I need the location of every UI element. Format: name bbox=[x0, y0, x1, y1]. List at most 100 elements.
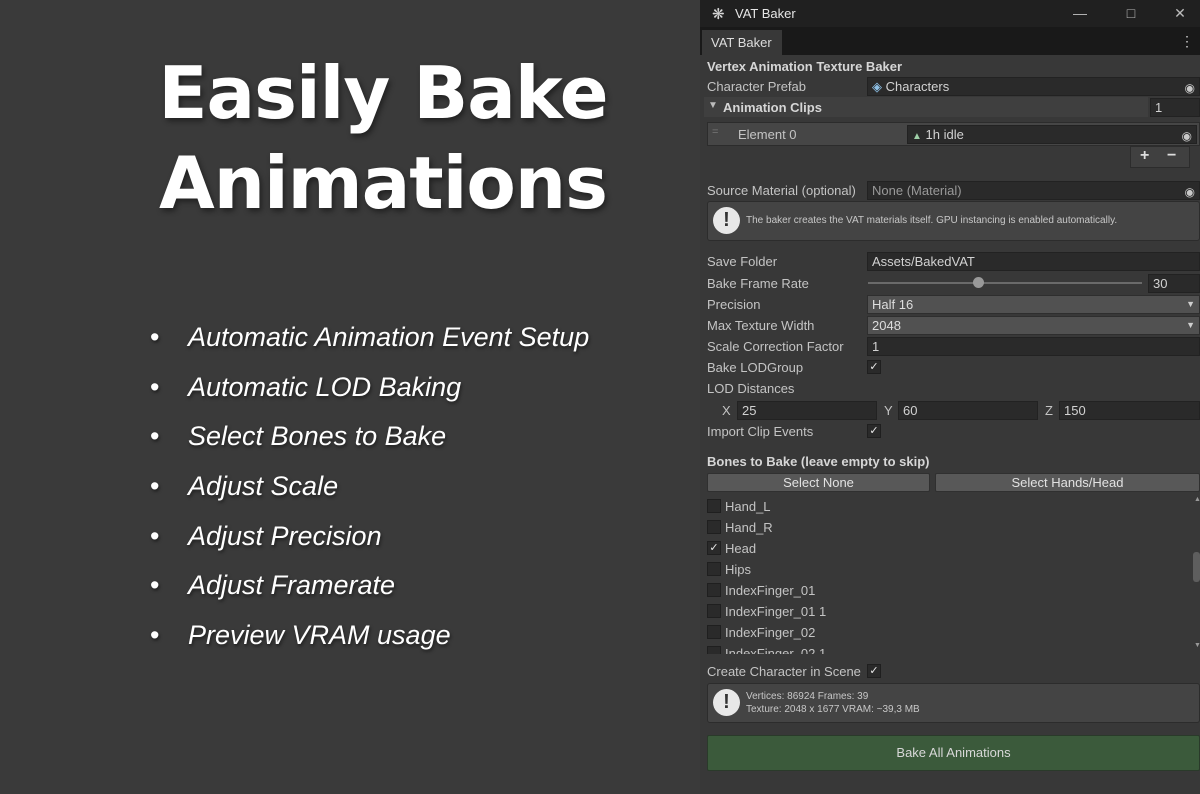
character-prefab-value: Characters bbox=[885, 79, 950, 94]
element-0-value: 1h idle bbox=[925, 127, 964, 142]
frame-rate-label: Bake Frame Rate bbox=[707, 276, 809, 291]
help-message: The baker creates the VAT materials itse… bbox=[746, 215, 1118, 226]
section-title: Vertex Animation Texture Baker bbox=[707, 59, 903, 74]
info-helpbox: ! The baker creates the VAT materials it… bbox=[707, 201, 1200, 241]
bone-checkbox-index-finger-02-1[interactable] bbox=[707, 646, 721, 654]
warning-icon: ! bbox=[713, 207, 740, 234]
create-in-scene-checkbox[interactable]: ✓ bbox=[867, 664, 881, 678]
save-folder-input[interactable]: Assets/BakedVAT bbox=[867, 252, 1200, 271]
character-prefab-label: Character Prefab bbox=[707, 79, 806, 94]
headline: Easily Bake Animations bbox=[0, 48, 766, 228]
object-picker-icon[interactable]: ◉ bbox=[1185, 183, 1195, 199]
lod-z-input[interactable]: 150 bbox=[1059, 401, 1200, 420]
bone-checkbox-index-finger-02[interactable] bbox=[707, 625, 721, 639]
bone-label-index-finger-02: IndexFinger_02 bbox=[725, 625, 816, 640]
bone-label-hand-l: Hand_L bbox=[725, 499, 771, 514]
bones-list: Hand_L Hand_R ✓ Head Hips IndexFinger_01… bbox=[700, 494, 1193, 654]
bone-checkbox-hips[interactable] bbox=[707, 562, 721, 576]
unity-logo-icon: ❋ bbox=[712, 6, 725, 23]
element-0-field[interactable]: ▲ 1h idle ◉ bbox=[907, 125, 1197, 144]
create-in-scene-label: Create Character in Scene bbox=[707, 664, 861, 679]
animation-clips-label: Animation Clips bbox=[723, 100, 822, 115]
animation-clips-count[interactable]: 1 bbox=[1150, 98, 1200, 117]
stats-line-2: Texture: 2048 x 1677 VRAM: ~39,3 MB bbox=[746, 704, 920, 715]
bake-lodgroup-label: Bake LODGroup bbox=[707, 360, 804, 375]
feature-item: Automatic LOD Baking bbox=[150, 372, 589, 422]
prefab-icon: ◈ bbox=[872, 79, 882, 94]
frame-rate-slider-track[interactable] bbox=[868, 282, 1142, 284]
max-texture-width-dropdown[interactable]: 2048 ▼ bbox=[867, 316, 1200, 335]
feature-item: Automatic Animation Event Setup bbox=[150, 322, 589, 372]
kebab-menu-icon[interactable]: ⋮ bbox=[1180, 33, 1194, 50]
lod-y-input[interactable]: 60 bbox=[898, 401, 1038, 420]
promo-panel: Easily Bake Animations Automatic Animati… bbox=[0, 0, 700, 794]
foldout-arrow-icon[interactable]: ▼ bbox=[708, 100, 718, 111]
frame-rate-input[interactable]: 30 bbox=[1148, 274, 1200, 293]
bone-checkbox-hand-l[interactable] bbox=[707, 499, 721, 513]
character-prefab-field[interactable]: ◈ Characters ◉ bbox=[867, 77, 1200, 96]
select-hands-head-button[interactable]: Select Hands/Head bbox=[935, 473, 1200, 492]
add-element-button[interactable]: + bbox=[1140, 147, 1149, 165]
save-folder-label: Save Folder bbox=[707, 254, 778, 269]
source-material-label: Source Material (optional) bbox=[707, 183, 856, 198]
max-texture-width-label: Max Texture Width bbox=[707, 318, 815, 333]
minimize-icon[interactable]: — bbox=[1060, 2, 1100, 24]
import-clip-events-checkbox[interactable]: ✓ bbox=[867, 424, 881, 438]
tab-vat-baker[interactable]: VAT Baker bbox=[702, 30, 782, 55]
drag-handle-icon[interactable]: = bbox=[712, 126, 718, 138]
bone-label-index-finger-02-1: IndexFinger_02 1 bbox=[725, 646, 827, 654]
feature-item: Preview VRAM usage bbox=[150, 620, 589, 670]
stats-helpbox: ! Vertices: 86924 Frames: 39 Texture: 20… bbox=[707, 683, 1200, 723]
bake-lodgroup-checkbox[interactable]: ✓ bbox=[867, 360, 881, 374]
scale-correction-label: Scale Correction Factor bbox=[707, 339, 844, 354]
dropdown-arrow-icon: ▼ bbox=[1186, 320, 1195, 330]
scroll-up-icon[interactable]: ▲ bbox=[1194, 496, 1200, 503]
feature-list: Automatic Animation Event Setup Automati… bbox=[150, 322, 589, 670]
window-title: VAT Baker bbox=[735, 6, 796, 21]
bone-label-hand-r: Hand_R bbox=[725, 520, 773, 535]
lod-y-label: Y bbox=[884, 403, 893, 418]
bone-label-hips: Hips bbox=[725, 562, 752, 577]
scrollbar-thumb[interactable] bbox=[1193, 552, 1200, 582]
info-icon: ! bbox=[713, 689, 740, 716]
lod-x-label: X bbox=[722, 403, 731, 418]
animation-clip-icon: ▲ bbox=[912, 131, 922, 142]
lod-x-input[interactable]: 25 bbox=[737, 401, 877, 420]
scroll-down-icon[interactable]: ▼ bbox=[1194, 642, 1200, 649]
maximize-icon[interactable]: □ bbox=[1111, 2, 1151, 24]
element-0-label: Element 0 bbox=[738, 127, 797, 142]
remove-element-button[interactable]: − bbox=[1167, 147, 1176, 165]
lod-z-label: Z bbox=[1045, 403, 1053, 418]
feature-item: Adjust Framerate bbox=[150, 570, 589, 620]
headline-line-1: Easily Bake bbox=[158, 51, 608, 135]
bone-label-head: Head bbox=[725, 541, 757, 556]
tab-bar: VAT Baker ⋮ bbox=[700, 27, 1200, 55]
bones-scrollbar[interactable]: ▲ ▼ bbox=[1193, 494, 1200, 654]
bone-checkbox-head[interactable]: ✓ bbox=[707, 541, 721, 555]
close-icon[interactable]: ✕ bbox=[1160, 2, 1200, 24]
bake-all-animations-button[interactable]: Bake All Animations bbox=[707, 735, 1200, 771]
object-picker-icon[interactable]: ◉ bbox=[1182, 127, 1192, 143]
max-texture-width-value: 2048 bbox=[872, 318, 901, 333]
source-material-value: None (Material) bbox=[872, 183, 962, 198]
source-material-field[interactable]: None (Material) ◉ bbox=[867, 181, 1200, 200]
precision-value: Half 16 bbox=[872, 297, 914, 312]
dropdown-arrow-icon: ▼ bbox=[1186, 299, 1195, 309]
select-none-button[interactable]: Select None bbox=[707, 473, 930, 492]
frame-rate-slider-thumb[interactable] bbox=[972, 277, 984, 288]
scale-correction-input[interactable]: 1 bbox=[867, 337, 1200, 356]
object-picker-icon[interactable]: ◉ bbox=[1185, 79, 1195, 95]
bone-checkbox-index-finger-01-1[interactable] bbox=[707, 604, 721, 618]
precision-dropdown[interactable]: Half 16 ▼ bbox=[867, 295, 1200, 314]
import-clip-events-label: Import Clip Events bbox=[707, 424, 814, 439]
lod-distances-label: LOD Distances bbox=[707, 381, 795, 396]
bone-label-index-finger-01-1: IndexFinger_01 1 bbox=[725, 604, 827, 619]
stats-line-1: Vertices: 86924 Frames: 39 bbox=[746, 691, 869, 702]
window-titlebar[interactable]: ❋ VAT Baker — □ ✕ bbox=[700, 0, 1200, 27]
bones-title: Bones to Bake (leave empty to skip) bbox=[707, 454, 930, 469]
headline-line-2: Animations bbox=[159, 141, 608, 225]
bone-checkbox-hand-r[interactable] bbox=[707, 520, 721, 534]
bone-checkbox-index-finger-01[interactable] bbox=[707, 583, 721, 597]
feature-item: Select Bones to Bake bbox=[150, 421, 589, 471]
vat-baker-window: ❋ VAT Baker — □ ✕ VAT Baker ⋮ Vertex Ani… bbox=[700, 0, 1200, 794]
